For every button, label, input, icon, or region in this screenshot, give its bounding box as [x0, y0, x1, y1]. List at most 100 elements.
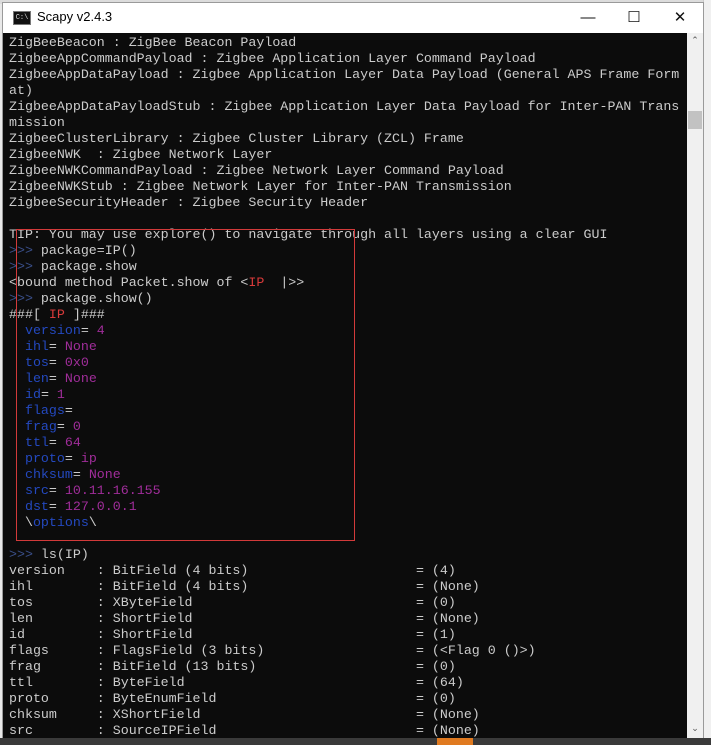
- console-text-text: =: [80, 323, 97, 338]
- console-text-text: ihl : BitField (4 bits) = (None): [9, 579, 480, 594]
- console-line: chksum : XShortField = (None): [9, 707, 679, 723]
- console-text-field: len: [24, 371, 49, 386]
- console-text-layer: IP: [248, 275, 265, 290]
- console-text-text: =: [48, 355, 65, 370]
- console-text-text: tos : XByteField = (0): [9, 595, 456, 610]
- title-bar[interactable]: C:\ Scapy v2.4.3 — ☐ ✕: [3, 3, 703, 33]
- console-text-value: ip: [80, 451, 97, 466]
- console-text-text: ZigbeeNWKStub : Zigbee Network Layer for…: [9, 179, 512, 194]
- console-text-value: 64: [64, 435, 81, 450]
- console-output[interactable]: ZigBeeBeacon : ZigBee Beacon Payload Zigb…: [3, 33, 687, 739]
- console-line: dst= 127.0.0.1: [9, 499, 679, 515]
- scroll-down-arrow-icon[interactable]: ⌄: [687, 723, 703, 737]
- console-line: frag= 0: [9, 419, 679, 435]
- console-text-text: [9, 371, 25, 386]
- maximize-button[interactable]: ☐: [611, 3, 657, 33]
- console-text-prompt: >>>: [9, 291, 33, 306]
- console-text-text: =: [64, 451, 81, 466]
- scroll-up-arrow-icon[interactable]: ⌃: [687, 35, 703, 49]
- console-line: ###[ IP ]###: [9, 307, 679, 323]
- console-line: chksum= None: [9, 467, 679, 483]
- console-text-field: src: [24, 483, 49, 498]
- console-line: flags : FlagsField (3 bits) = (<Flag 0 (…: [9, 643, 679, 659]
- console-text-field: frag: [24, 419, 57, 434]
- console-line: ttl= 64: [9, 435, 679, 451]
- console-text-text: TIP: You may use explore() to navigate t…: [9, 227, 608, 242]
- console-line: tos= 0x0: [9, 355, 679, 371]
- console-line: version : BitField (4 bits) = (4): [9, 563, 679, 579]
- close-button[interactable]: ✕: [657, 3, 703, 33]
- console-text-field: options: [32, 515, 89, 530]
- console-line: ZigbeeNWKStub : Zigbee Network Layer for…: [9, 179, 679, 195]
- console-text-text: proto : ByteEnumField = (0): [9, 691, 456, 706]
- console-text-text: =: [56, 419, 73, 434]
- background-window: [703, 0, 711, 745]
- console-text-field: dst: [24, 499, 49, 514]
- console-text-text: =: [48, 435, 65, 450]
- console-text-text: version : BitField (4 bits) = (4): [9, 563, 456, 578]
- console-text-field: id: [24, 387, 41, 402]
- console-text-value: None: [64, 371, 97, 386]
- console-text-text: id : ShortField = (1): [9, 627, 456, 642]
- console-text-text: frag : BitField (13 bits) = (0): [9, 659, 456, 674]
- console-text-text: package.show(): [32, 291, 153, 306]
- console-text-text: =: [64, 403, 81, 418]
- console-line: ZigbeeNWKCommandPayload : Zigbee Network…: [9, 163, 679, 179]
- console-text-text: [9, 403, 25, 418]
- console-text-text: ttl : ByteField = (64): [9, 675, 464, 690]
- console-text-text: =: [48, 371, 65, 386]
- window-title: Scapy v2.4.3: [37, 9, 113, 24]
- console-line: ihl= None: [9, 339, 679, 355]
- taskbar: [0, 738, 711, 745]
- console-text-text: mission: [9, 115, 65, 130]
- console-line: ZigBeeBeacon : ZigBee Beacon Payload: [9, 35, 679, 51]
- minimize-button[interactable]: —: [565, 3, 611, 33]
- console-text-text: =: [40, 387, 57, 402]
- console-text-text: ZigbeeSecurityHeader : Zigbee Security H…: [9, 195, 369, 210]
- console-line: proto= ip: [9, 451, 679, 467]
- console-text-text: ZigbeeClusterLibrary : Zigbee Cluster Li…: [9, 131, 464, 146]
- console-line: ZigbeeNWK : Zigbee Network Layer: [9, 147, 679, 163]
- console-text-field: chksum: [24, 467, 73, 482]
- console-line: ZigbeeAppCommandPayload : Zigbee Applica…: [9, 51, 679, 67]
- console-text-text: ZigBeeBeacon : ZigBee Beacon Payload: [9, 35, 297, 50]
- console-line: ihl : BitField (4 bits) = (None): [9, 579, 679, 595]
- scrollbar-thumb[interactable]: [688, 111, 702, 129]
- console-line: flags=: [9, 403, 679, 419]
- console-text-text: len : ShortField = (None): [9, 611, 480, 626]
- console-text-text: =: [72, 467, 89, 482]
- console-line: mission: [9, 115, 679, 131]
- console-text-value: 10.11.16.155: [64, 483, 161, 498]
- console-line: >>> package=IP(): [9, 243, 679, 259]
- console-text-text: [9, 451, 25, 466]
- console-line: len : ShortField = (None): [9, 611, 679, 627]
- console-text-text: ]###: [64, 307, 105, 322]
- console-text-value: 127.0.0.1: [64, 499, 137, 514]
- console-line: ZigbeeAppDataPayloadStub : Zigbee Applic…: [9, 99, 679, 115]
- console-text-text: \: [9, 515, 33, 530]
- console-text-text: ###[: [9, 307, 49, 322]
- console-text-text: =: [48, 483, 65, 498]
- vertical-scrollbar[interactable]: ⌃ ⌄: [687, 33, 703, 739]
- console-text-text: ZigbeeAppDataPayloadStub : Zigbee Applic…: [9, 99, 680, 114]
- console-text-text: ZigbeeNWK : Zigbee Network Layer: [9, 147, 273, 162]
- console-text-text: [9, 387, 25, 402]
- console-text-text: =: [48, 499, 65, 514]
- console-text-prompt: >>>: [9, 259, 33, 274]
- console-line: >>> package.show: [9, 259, 679, 275]
- console-text-field: tos: [24, 355, 49, 370]
- console-line: ZigbeeClusterLibrary : Zigbee Cluster Li…: [9, 131, 679, 147]
- console-text-text: =: [48, 339, 65, 354]
- console-icon: C:\: [13, 11, 31, 25]
- console-line: frag : BitField (13 bits) = (0): [9, 659, 679, 675]
- console-line: version= 4: [9, 323, 679, 339]
- console-text-field: flags: [24, 403, 65, 418]
- console-text-value: 0x0: [64, 355, 89, 370]
- console-text-text: ls(IP): [32, 547, 89, 562]
- taskbar-active-item[interactable]: [437, 738, 473, 745]
- console-text-text: [9, 339, 25, 354]
- console-line: ttl : ByteField = (64): [9, 675, 679, 691]
- console-line: proto : ByteEnumField = (0): [9, 691, 679, 707]
- console-text-text: [9, 435, 25, 450]
